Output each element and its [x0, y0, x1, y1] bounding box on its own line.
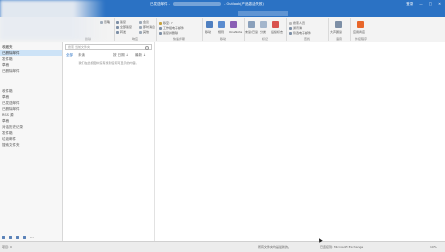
follow-up-button[interactable]: 后续标志: [271, 30, 283, 34]
folder-item[interactable]: 已删除邮件: [0, 68, 62, 74]
move-to-icon: [159, 21, 162, 25]
reply-all-icon: [116, 25, 119, 29]
team-email-icon: [159, 26, 162, 30]
status-bar: 项目: 0 所有文件夹均是最新的。 已连接到: Microsoft Exchan…: [0, 241, 445, 252]
categorize-button[interactable]: 分类: [260, 30, 266, 34]
people-icon[interactable]: [16, 235, 19, 239]
quickstep-reply-delete[interactable]: 答复并删除: [159, 31, 178, 35]
mail-icon[interactable]: [2, 235, 5, 239]
reply-all-button[interactable]: 全部答复: [116, 25, 132, 29]
categorize-icon[interactable]: [260, 21, 267, 28]
window-controls: 登录 — □ ✕: [406, 2, 441, 7]
im-button[interactable]: 即时消息: [139, 25, 155, 29]
ribbon-group-find: 搜索人员 通讯簿 筛选电子邮件 查找: [286, 18, 329, 41]
filter-all-tab[interactable]: 全部: [66, 53, 73, 58]
address-book-icon: [289, 26, 292, 30]
reading-pane: [155, 42, 445, 241]
folder-pane: 收藏夹 已删除邮件 发件箱 草稿 已删除邮件 收件箱 草稿 已发送邮件 已删除邮…: [0, 42, 63, 241]
rules-button[interactable]: 规则: [218, 30, 224, 34]
reply-button[interactable]: 答复: [116, 20, 126, 24]
quickstep-team-email[interactable]: 工作组电子邮件: [159, 26, 184, 30]
window-title: 已发送邮件 - - Outlook(产品激活失败): [150, 2, 264, 6]
sync-status: 所有文件夹均是最新的。: [258, 245, 292, 249]
onenote-icon[interactable]: [230, 21, 237, 28]
search-people-icon: [289, 21, 292, 25]
ribbon-group-move: 移动 规则 OneNote 移动: [202, 18, 245, 41]
ribbon-group-respond: 答复 全部答复 转发 会议 即时消息 其他 响应: [114, 18, 157, 41]
calendar-icon[interactable]: [9, 235, 12, 239]
reply-icon: [116, 20, 119, 24]
read-aloud-icon[interactable]: [335, 21, 342, 28]
read-aloud-button[interactable]: 大声朗读: [330, 30, 342, 34]
more-nav-icon[interactable]: ···: [30, 235, 34, 240]
im-icon: [139, 25, 142, 29]
more-button[interactable]: 其他: [139, 30, 149, 34]
close-button[interactable]: ✕: [438, 2, 441, 7]
quickstep-move[interactable]: 移至: ?: [159, 21, 173, 25]
reply-delete-icon: [159, 31, 162, 35]
onenote-button[interactable]: OneNote: [229, 30, 242, 34]
tasks-icon[interactable]: [23, 235, 26, 239]
ribbon-group-quick-steps: 移至: ? 工作组电子邮件 答复并删除 快速步骤: [156, 18, 203, 41]
follow-up-flag-icon[interactable]: [272, 21, 279, 28]
rules-icon[interactable]: [218, 21, 225, 28]
blurred-account: [173, 2, 222, 6]
search-people-field[interactable]: 搜索人员: [289, 21, 305, 25]
unread-read-icon[interactable]: [248, 21, 255, 28]
meeting-button[interactable]: 会议: [139, 20, 149, 24]
folder-item[interactable]: 搜索文件夹: [0, 142, 62, 148]
move-button[interactable]: 移动: [205, 30, 211, 34]
sign-in-link[interactable]: 登录: [406, 2, 413, 7]
ribbon-group-tags: 未读/已读 分类 后续标志 标记: [244, 18, 287, 41]
minimize-button[interactable]: —: [419, 2, 423, 7]
zoom-level[interactable]: 10%: [430, 245, 437, 249]
unread-read-button[interactable]: 未读/已读: [245, 30, 258, 34]
navigation-bar: ···: [0, 233, 62, 241]
forward-icon: [116, 30, 119, 34]
message-list: 搜索 当前文件夹 全部 未读 按 日期 ↓ 最新 ↓ 我们在此视图中没有找到任何…: [63, 42, 155, 241]
maximize-button[interactable]: □: [429, 2, 432, 7]
filter-icon: [289, 31, 292, 35]
filter-email-button[interactable]: 筛选电子邮件: [289, 31, 311, 35]
more-icon: [139, 30, 142, 34]
address-book-button[interactable]: 通讯簿: [289, 26, 302, 30]
item-count: 项目: 0: [2, 245, 12, 249]
tell-me-search[interactable]: [238, 11, 288, 16]
sort-order[interactable]: 最新 ↓: [135, 53, 146, 58]
store-icon[interactable]: [357, 21, 364, 28]
blurred-overlay: [0, 0, 105, 40]
forward-button[interactable]: 转发: [116, 30, 126, 34]
ribbon-group-addins: 应用商店 外接程序: [350, 18, 372, 41]
search-input[interactable]: 搜索 当前文件夹: [65, 44, 152, 50]
ribbon-group-speech: 大声朗读 语音: [328, 18, 351, 41]
empty-message-note: 我们在此视图中没有找到任何可显示的内容。: [78, 61, 139, 65]
sort-by-date[interactable]: 按 日期 ↓: [113, 53, 129, 58]
store-button[interactable]: 应用商店: [353, 30, 365, 34]
meeting-icon: [139, 20, 142, 24]
filter-unread-tab[interactable]: 未读: [78, 53, 85, 58]
search-icon: [145, 46, 149, 50]
connection-status: 已连接到: Microsoft Exchange: [320, 245, 364, 249]
move-icon[interactable]: [206, 21, 213, 28]
